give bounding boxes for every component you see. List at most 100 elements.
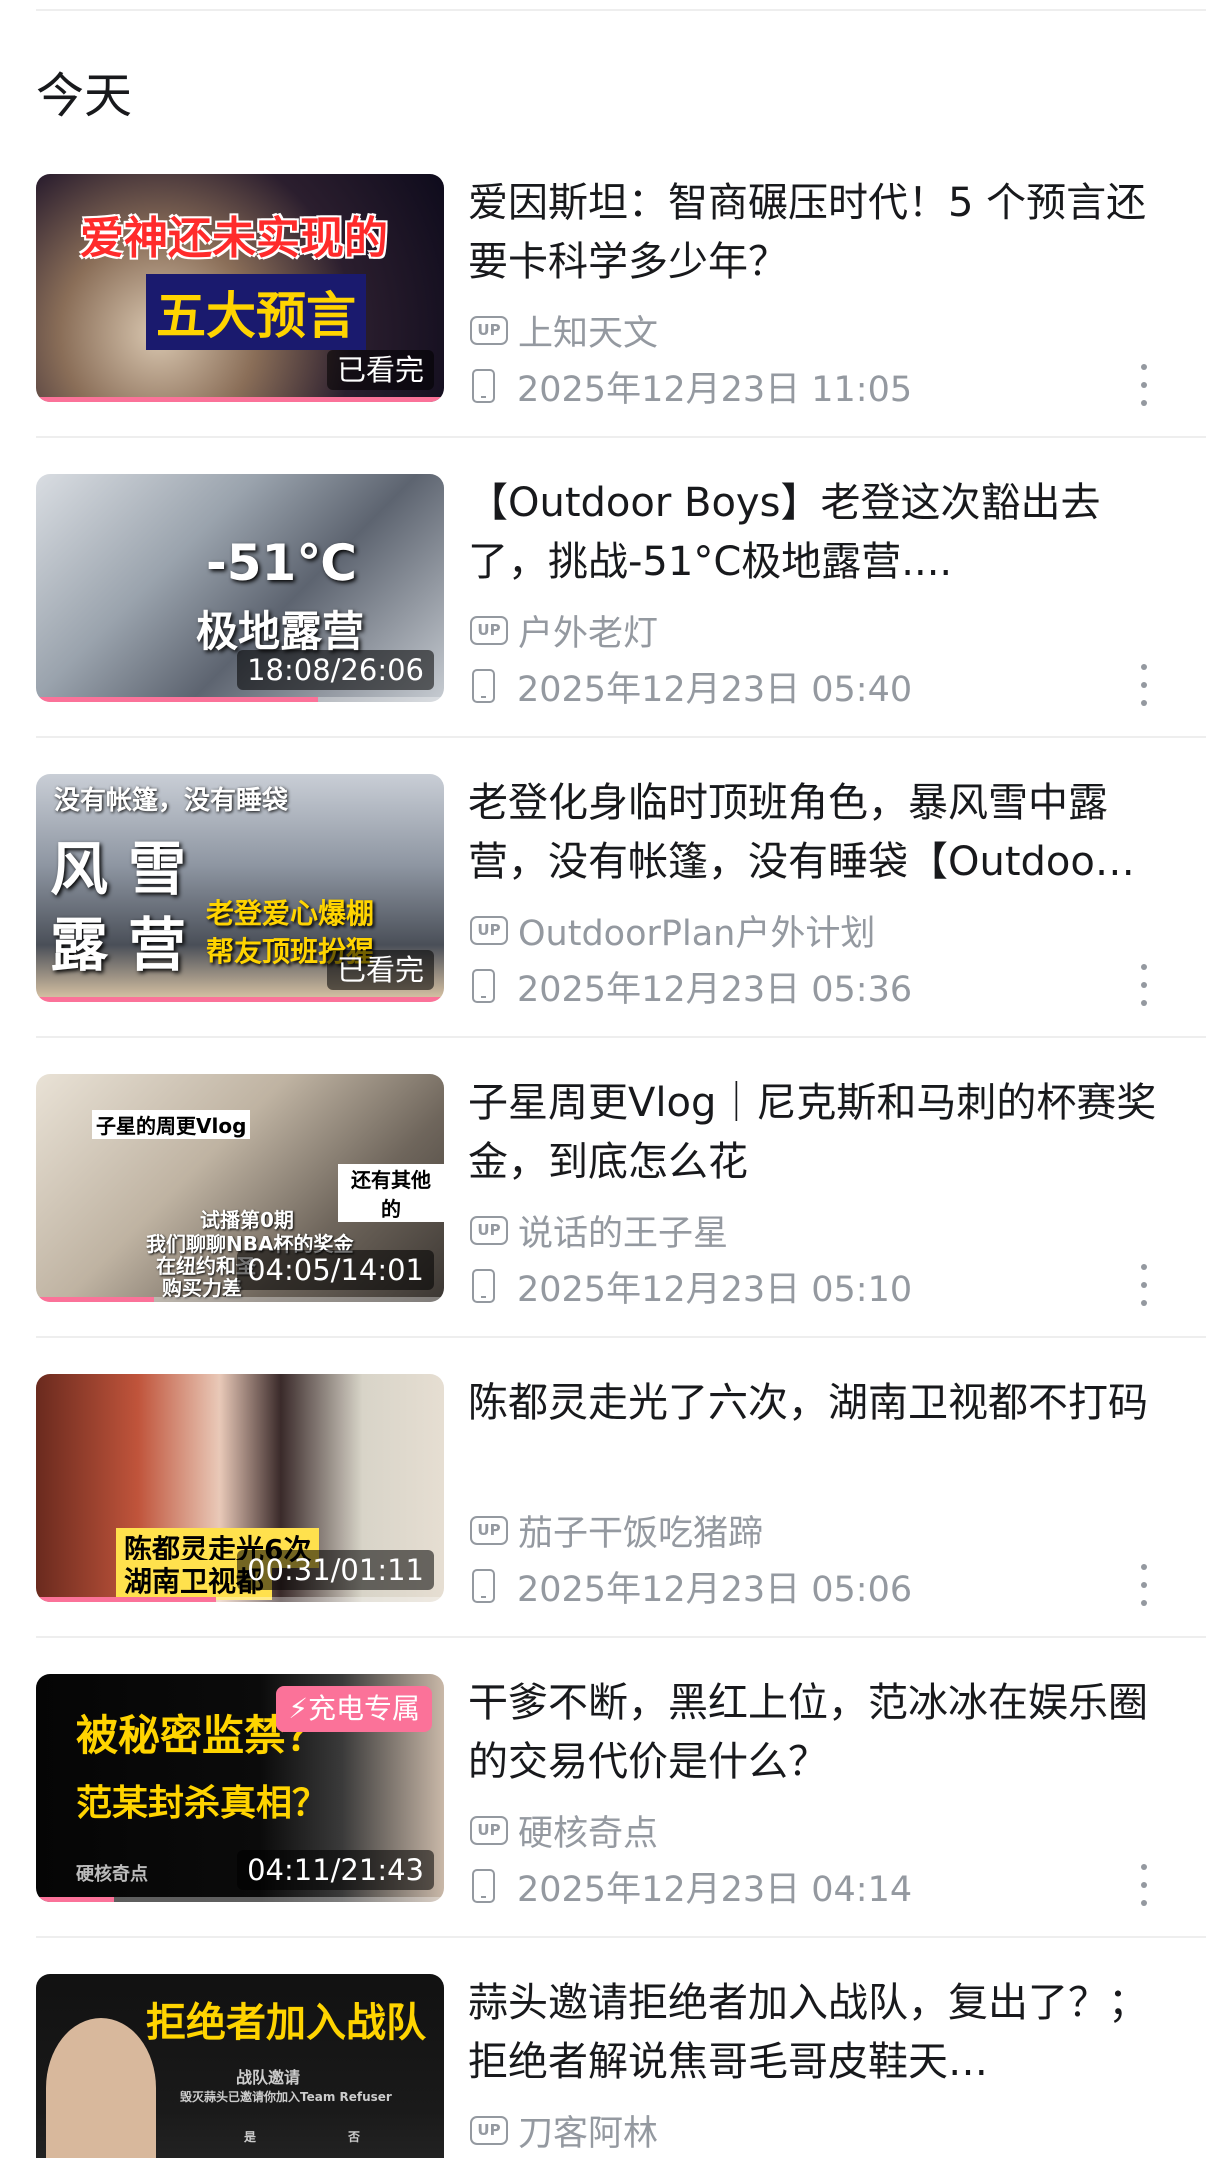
watch-progress-bar [36,997,444,1002]
thumb-caption-3: 毁灭蒜头已邀请你加入Team Refuser [180,2090,392,2104]
video-title[interactable]: 陈都灵走光了六次，湖南卫视都不打码 [468,1374,1168,1492]
watch-time: 2025年12月23日 11:05 [517,369,913,410]
watch-progress-bar [36,697,318,702]
up-icon: UP [470,615,508,645]
item-divider [36,1336,1206,1338]
history-item[interactable]: 子星的周更Vlog 还有其他的 试播第0期 我们聊聊NBA杯的奖金 在纽约和圣 … [0,1074,1206,1374]
phone-icon [472,1269,495,1303]
watch-time: 2025年12月23日 05:36 [517,969,913,1010]
top-divider [36,9,1206,11]
watch-time-row: 2025年12月23日 05:10 [472,1264,912,1310]
uploader-name: 刀客阿林 [518,2113,659,2154]
history-item[interactable]: 被秘密监禁？ 范某封杀真相？ 硬核奇点 ⚡充电专属 04:11/21:43 干爹… [0,1674,1206,1974]
uploader-row[interactable]: UP 茄子干饭吃猪蹄 [470,1508,763,1554]
progress-time-badge: 04:11/21:43 [237,1850,434,1890]
watch-time: 2025年12月23日 05:06 [517,1569,913,1610]
watched-badge: 已看完 [326,950,434,990]
phone-icon [472,969,495,1003]
more-options-icon[interactable] [1138,1564,1150,1606]
thumb-caption-1: 子星的周更Vlog [92,1110,251,1139]
lightning-icon: ⚡ [288,1692,308,1725]
video-thumbnail[interactable]: 被秘密监禁？ 范某封杀真相？ 硬核奇点 ⚡充电专属 04:11/21:43 [36,1674,444,1902]
uploader-row[interactable]: UP 说话的王子星 [470,1208,728,1254]
thumb-caption-3: 硬核奇点 [76,1864,148,1885]
video-title[interactable]: 子星周更Vlog｜尼克斯和马刺的杯赛奖金，到底怎么花 [468,1074,1168,1192]
uploader-name: 茄子干饭吃猪蹄 [518,1513,764,1554]
watch-time-row: 2025年12月23日 05:06 [472,1564,912,1610]
up-icon: UP [470,315,508,345]
uploader-row[interactable]: UP 上知天文 [470,308,658,354]
thumb-caption-3: 露营 [50,911,207,979]
up-icon: UP [470,1815,508,1845]
item-divider [36,1636,1206,1638]
more-options-icon[interactable] [1138,364,1150,406]
thumb-caption-2: 范某封杀真相？ [76,1783,329,1824]
more-options-icon[interactable] [1138,964,1150,1006]
phone-icon [472,1869,495,1903]
history-item[interactable]: 拒绝者加入战队 战队邀请 毁灭蒜头已邀请你加入Team Refuser 是 否 … [0,1974,1206,2158]
video-thumbnail[interactable]: 子星的周更Vlog 还有其他的 试播第0期 我们聊聊NBA杯的奖金 在纽约和圣 … [36,1074,444,1302]
thumb-caption-1: 拒绝者加入战队 [146,2000,426,2046]
item-divider [36,436,1206,438]
watch-time-row: 2025年12月23日 04:14 [472,1864,912,1910]
watch-progress-bar [36,397,444,402]
watched-badge: 已看完 [326,350,434,390]
video-title[interactable]: 干爹不断，黑红上位，范冰冰在娱乐圈的交易代价是什么？ [468,1674,1168,1792]
video-title[interactable]: 老登化身临时顶班角色，暴风雪中露营，没有帐篷，没有睡袋【Outdoo… [468,774,1168,892]
thumb-caption-2: 还有其他的 [338,1164,444,1222]
uploader-name: OutdoorPlan户外计划 [518,913,876,954]
watch-time: 2025年12月23日 05:40 [517,669,913,710]
more-options-icon[interactable] [1138,664,1150,706]
charge-exclusive-label: 充电专属 [307,1692,420,1725]
video-title[interactable]: 蒜头邀请拒绝者加入战队，复出了？；拒绝者解说焦哥毛哥皮鞋天… [468,1974,1168,2092]
watch-time: 2025年12月23日 05:10 [517,1269,913,1310]
history-item[interactable]: 爱神还未实现的 五大预言 已看完 爱因斯坦：智商碾压时代！5 个预言还要卡科学多… [0,174,1206,474]
video-title[interactable]: 【Outdoor Boys】老登这次豁出去了，挑战-51°C极地露营.... [468,474,1168,592]
watch-progress-bar [36,1897,114,1902]
thumb-caption-5: 否 [348,2130,361,2144]
thumb-caption-2: 风雪 [50,835,207,903]
item-divider [36,1036,1206,1038]
video-thumbnail[interactable]: 陈都灵走光6次 湖南卫视都 00:31/01:11 [36,1374,444,1602]
video-thumbnail[interactable]: 没有帐篷，没有睡袋 风雪 露营 老登爱心爆棚 帮友顶班扮猩 已看完 [36,774,444,1002]
more-options-icon[interactable] [1138,1264,1150,1306]
phone-icon [472,1569,495,1603]
history-item[interactable]: 没有帐篷，没有睡袋 风雪 露营 老登爱心爆棚 帮友顶班扮猩 已看完 老登化身临时… [0,774,1206,1074]
progress-time-badge: 04:05/14:01 [237,1250,434,1290]
watch-progress-bar [36,1597,216,1602]
video-thumbnail[interactable]: 拒绝者加入战队 战队邀请 毁灭蒜头已邀请你加入Team Refuser 是 否 [36,1974,444,2158]
watch-time: 2025年12月23日 04:14 [517,1869,913,1910]
uploader-row[interactable]: UP 刀客阿林 [470,2108,658,2154]
up-icon: UP [470,1215,508,1245]
thumb-caption-4: 是 [244,2130,257,2144]
item-divider [36,736,1206,738]
uploader-row[interactable]: UP OutdoorPlan户外计划 [470,908,875,954]
thumb-caption-2: 五大预言 [146,274,366,350]
history-item[interactable]: 陈都灵走光6次 湖南卫视都 00:31/01:11 陈都灵走光了六次，湖南卫视都… [0,1374,1206,1674]
watch-time-row: 2025年12月23日 05:40 [472,664,912,710]
thumb-caption-1: 没有帐篷，没有睡袋 [54,786,289,816]
video-thumbnail[interactable]: -51℃ 极地露营 18:08/26:06 [36,474,444,702]
uploader-row[interactable]: UP 硬核奇点 [470,1808,658,1854]
thumb-caption-4: 老登爱心爆棚 [206,897,375,930]
phone-icon [472,669,495,703]
video-thumbnail[interactable]: 爱神还未实现的 五大预言 已看完 [36,174,444,402]
item-divider [36,1936,1206,1938]
uploader-name: 说话的王子星 [518,1213,729,1254]
history-item[interactable]: -51℃ 极地露营 18:08/26:06 【Outdoor Boys】老登这次… [0,474,1206,774]
thumb-caption-1: 爱神还未实现的 [80,213,388,264]
thumb-caption-1: -51℃ [206,534,357,592]
up-icon: UP [470,915,508,945]
up-icon: UP [470,2115,508,2145]
up-icon: UP [470,1515,508,1545]
uploader-name: 户外老灯 [518,613,659,654]
uploader-row[interactable]: UP 户外老灯 [470,608,658,654]
uploader-name: 上知天文 [518,313,659,354]
more-options-icon[interactable] [1138,1864,1150,1906]
video-title[interactable]: 爱因斯坦：智商碾压时代！5 个预言还要卡科学多少年？ [468,174,1168,292]
streamer-avatar [46,2018,156,2158]
progress-time-badge: 18:08/26:06 [237,650,434,690]
section-title-today: 今天 [36,68,133,124]
uploader-name: 硬核奇点 [518,1813,659,1854]
phone-icon [472,369,495,403]
